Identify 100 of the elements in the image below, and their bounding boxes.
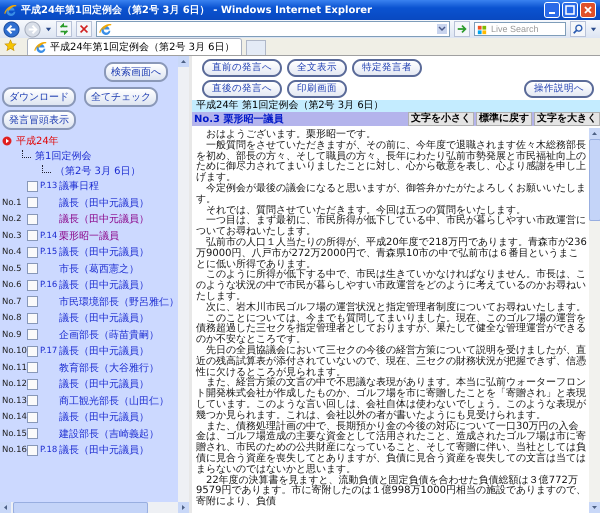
nav-button[interactable]: 印刷画面 bbox=[287, 80, 347, 98]
back-icon[interactable] bbox=[3, 20, 20, 38]
tree-item[interactable]: （第2号 3月 6日） bbox=[55, 164, 140, 178]
checkbox[interactable] bbox=[27, 362, 38, 374]
checkbox[interactable] bbox=[27, 428, 38, 440]
help-button[interactable]: 操作説明へ bbox=[524, 80, 594, 98]
checkbox[interactable] bbox=[27, 280, 38, 291]
speaker-link[interactable]: 議長（田中元議員） bbox=[59, 212, 149, 226]
paragraph: 弘前市の人口１人当たりの所得が、平成20年度で218万円であります。青森市が236万9000円、八戸市が272万2000円で、青森県10市の中で弘前市は６番目というまことに低い所得であります。 bbox=[196, 238, 588, 270]
speech-number: No.15 bbox=[2, 428, 27, 439]
checkbox[interactable] bbox=[27, 412, 38, 423]
scroll-up-icon[interactable] bbox=[589, 128, 600, 139]
scroll-left-icon[interactable] bbox=[0, 502, 11, 513]
window-title: 平成24年第1回定例会（第2号 3月 6日） - Windows Internet Explorer bbox=[21, 3, 373, 17]
speech-number: No.16 bbox=[2, 445, 27, 456]
speech-number: No.10 bbox=[2, 346, 27, 356]
speaker-link[interactable]: 商工観光部長（山田仁） bbox=[59, 394, 169, 408]
speaker-link[interactable]: 建設部長（吉崎義起） bbox=[59, 426, 159, 441]
speaker-link[interactable]: 市民環境部長（野呂雅仁） bbox=[59, 294, 178, 309]
maximize-icon bbox=[565, 5, 575, 15]
dropdown-caret-icon[interactable] bbox=[590, 26, 597, 32]
nav-button[interactable]: 特定発言者 bbox=[352, 59, 422, 77]
speaker-link[interactable]: 企画部長（蒔苗貴嗣） bbox=[59, 328, 159, 342]
search-field[interactable]: Live Search bbox=[474, 22, 566, 36]
star-icon[interactable] bbox=[4, 39, 17, 52]
address-field[interactable] bbox=[96, 21, 450, 37]
speaker-link[interactable]: 議長（田中元議員） bbox=[59, 196, 149, 210]
browser-tab[interactable]: 平成24年第1回定例会（第2号 3月 6日） bbox=[27, 38, 242, 55]
checkbox[interactable] bbox=[27, 197, 38, 208]
refresh-icon[interactable] bbox=[56, 21, 72, 37]
scroll-thumb[interactable] bbox=[588, 139, 600, 221]
left-button[interactable]: 発言冒頭表示 bbox=[2, 110, 76, 130]
play-icon bbox=[2, 136, 12, 146]
minimize-icon bbox=[549, 12, 555, 14]
page-icon bbox=[99, 22, 112, 36]
scroll-up-icon[interactable] bbox=[178, 56, 189, 67]
scrollbar[interactable] bbox=[0, 502, 189, 513]
nav-button[interactable]: 直前の発言へ bbox=[202, 59, 282, 77]
speech-number: No.2 bbox=[2, 214, 22, 224]
checkbox[interactable] bbox=[27, 312, 38, 324]
speech-number: No.14 bbox=[2, 412, 27, 422]
checkbox[interactable] bbox=[27, 214, 38, 225]
page-number: P.14 bbox=[40, 230, 58, 241]
speaker-link[interactable]: 教育部長（大谷雅行） bbox=[59, 360, 159, 375]
scroll-right-icon[interactable] bbox=[178, 502, 189, 513]
speaker-link[interactable]: 議長（田中元議員） bbox=[59, 344, 149, 358]
scroll-down-icon[interactable] bbox=[589, 502, 600, 513]
dropdown-caret-icon[interactable] bbox=[437, 24, 447, 34]
tree-item[interactable]: 第1回定例会 bbox=[35, 148, 92, 162]
checkbox[interactable] bbox=[27, 378, 38, 390]
scrollbar[interactable] bbox=[178, 56, 189, 502]
flag-icon bbox=[477, 25, 487, 35]
new-tab-button[interactable] bbox=[246, 40, 266, 55]
paragraph: 22年度の決算書を見ますと、流動負債と固定負債を合わせた負債総額は３億772万9579円であります。市に寄附したのは１億998万1000円相当の施設でありますので、寄附により、負債 bbox=[196, 476, 587, 508]
paragraph: 一つ目は、まず最初に、市民所得が低下している中、市民が暮らしやすい市政運営についてお尋ねいたします。 bbox=[196, 216, 587, 238]
font-size-button[interactable]: 文字を小さく bbox=[408, 112, 474, 126]
nav-button[interactable]: 全文表示 bbox=[287, 59, 347, 77]
speaker-link[interactable]: 議長（田中元議員） bbox=[59, 443, 149, 458]
checkbox[interactable] bbox=[27, 263, 38, 274]
browser-logo-icon bbox=[4, 4, 17, 16]
paragraph: 次に、岩木川市民ゴルフ場の運営状況と指定管理者制度についてお尋ねいたします。 bbox=[205, 302, 587, 313]
nav-button[interactable]: 直後の発言へ bbox=[202, 80, 282, 98]
left-button[interactable]: 全てチェック bbox=[84, 87, 158, 107]
speaker-link[interactable]: 市長（葛西憲之） bbox=[59, 262, 139, 276]
paragraph: このように所得が低下する中で、市民は生きていかなければなりません。市長は、このような状況の中で市民が暮らしやすい市政運営をどのように考えているのかお尋ねいたします。 bbox=[196, 270, 587, 302]
close-button[interactable] bbox=[580, 2, 596, 18]
maximize-button[interactable] bbox=[562, 2, 578, 18]
scrollbar[interactable] bbox=[589, 128, 600, 513]
checkbox[interactable] bbox=[27, 246, 38, 258]
speaker-link[interactable]: 議長（田中元議員） bbox=[59, 278, 149, 292]
search-icon[interactable] bbox=[570, 21, 586, 37]
stop-icon[interactable] bbox=[76, 21, 92, 37]
search-screen-button[interactable]: 検索画面へ bbox=[104, 62, 168, 82]
paragraph: また、経営方策の文言の中で不思議な表現があります。本当に弘前ウォーターフロント開発株式会社が作成したものか、ゴルフ場を市に寄贈したことを「寄贈され」と表現しています。このような言い回しは、会社自体は使わないでしょう。このような表現が幾つか見られます。これは、会社以外の者が書いたようにも見受けられます。 bbox=[196, 378, 587, 421]
speaker-link[interactable]: 議長（田中元議員） bbox=[59, 410, 149, 424]
checkbox[interactable] bbox=[27, 329, 38, 340]
checkbox[interactable] bbox=[27, 296, 38, 308]
go-icon[interactable] bbox=[454, 21, 470, 37]
tree-item[interactable]: 平成24年 bbox=[16, 134, 59, 148]
font-size-button[interactable]: 標準に戻す bbox=[476, 112, 532, 126]
speech-number: No.11 bbox=[2, 362, 27, 373]
speaker-link[interactable]: 栗形昭一議員 bbox=[59, 228, 119, 243]
speaker-link[interactable]: 議長（田中元議員） bbox=[59, 311, 149, 326]
speaker-link[interactable]: 議長（田中元議員） bbox=[59, 245, 149, 260]
left-button[interactable]: ダウンロード bbox=[2, 87, 76, 107]
checkbox[interactable] bbox=[27, 346, 38, 357]
checkbox[interactable] bbox=[27, 444, 38, 456]
checkbox[interactable] bbox=[27, 395, 38, 406]
minimize-button[interactable] bbox=[544, 2, 560, 18]
page-icon bbox=[34, 40, 47, 54]
page-number: P.16 bbox=[40, 280, 58, 290]
checkbox[interactable] bbox=[27, 180, 38, 192]
paragraph: それでは、質問させていただきます。今回は五つの質問をいたします。 bbox=[205, 206, 527, 216]
speaker-link[interactable]: 議事日程 bbox=[59, 179, 99, 194]
dropdown-caret-icon[interactable] bbox=[45, 26, 52, 32]
checkbox[interactable] bbox=[27, 230, 38, 242]
font-size-button[interactable]: 文字を大きく bbox=[534, 112, 600, 126]
speaker-link[interactable]: 議長（田中元議員） bbox=[59, 377, 149, 392]
speech-number: No.5 bbox=[2, 264, 22, 274]
paragraph: また、債務処理計画の中で、長期預かり金の今後の対応について一口30万円の入会金は、ゴルフ場造成の主要な資金として活用されたこと、造成されたゴルフ場は市に寄贈され、市民のための公共財産になっていること、そして寄贈に伴い、当社としては負債に見合う資産を喪失してとありますが、負債に見合う資産を喪失しての文言は当てはまらないのではないかと思います。 bbox=[196, 422, 587, 475]
